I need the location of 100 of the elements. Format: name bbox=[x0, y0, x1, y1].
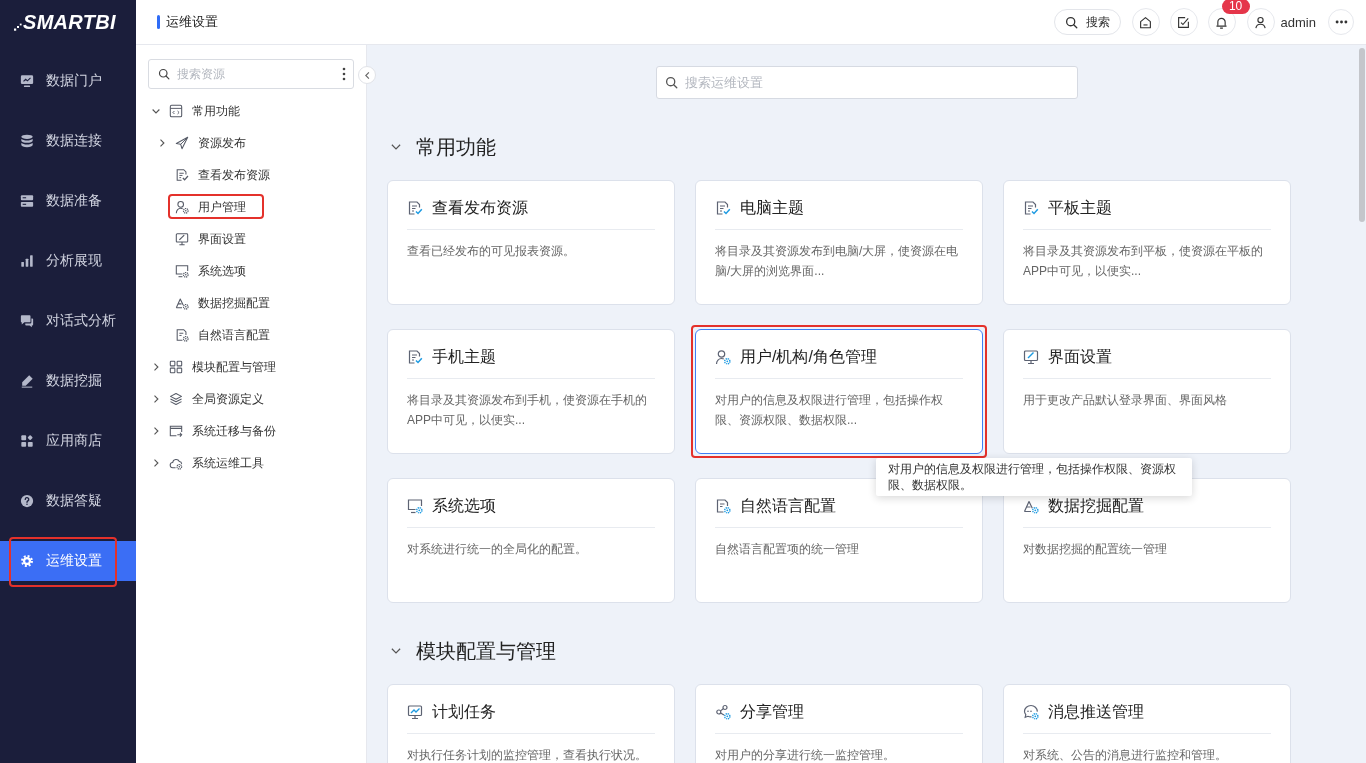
tree-item[interactable]: 界面设置 bbox=[136, 223, 366, 255]
setting-card[interactable]: 分享管理 对用户的分享进行统一监控管理。 bbox=[695, 684, 983, 763]
collapse-button[interactable] bbox=[358, 66, 376, 84]
card-title: 计划任务 bbox=[432, 704, 496, 720]
tree-item[interactable]: 数据挖掘配置 bbox=[136, 287, 366, 319]
bell-icon bbox=[1215, 15, 1229, 29]
server-icon bbox=[20, 194, 34, 208]
card-title: 数据挖掘配置 bbox=[1048, 498, 1144, 514]
document-gear-icon bbox=[715, 498, 731, 514]
title-marker-icon bbox=[157, 15, 160, 29]
mountain-gear-icon bbox=[1023, 498, 1039, 514]
notifications-button[interactable] bbox=[1207, 8, 1236, 36]
search-button[interactable]: 搜索 bbox=[1053, 9, 1121, 35]
pen-icon bbox=[20, 374, 34, 388]
document-check-icon bbox=[1023, 200, 1039, 216]
sidebar-item[interactable]: 数据挖掘 bbox=[0, 361, 136, 401]
tree-item[interactable]: 全局资源定义 bbox=[136, 383, 366, 415]
search-field[interactable]: 搜索资源 bbox=[148, 59, 354, 89]
document-check-icon bbox=[715, 200, 731, 216]
tree-item[interactable]: 系统运维工具 bbox=[136, 447, 366, 479]
tree-item[interactable]: 资源发布 bbox=[136, 127, 366, 159]
card-title: 平板主题 bbox=[1048, 200, 1112, 216]
more-icon bbox=[1334, 20, 1348, 24]
tree-item[interactable]: 常用功能 bbox=[136, 95, 366, 127]
user-button[interactable] bbox=[1246, 8, 1275, 36]
checkbox-icon bbox=[1177, 15, 1191, 29]
monitor-pen-icon bbox=[1023, 349, 1039, 365]
notification-badge: 10 bbox=[1221, 0, 1250, 14]
user-gear-icon bbox=[175, 200, 189, 214]
document-check-icon bbox=[175, 168, 189, 182]
card-description: 将目录及其资源发布到平板，使资源在平板的APP中可见，以便实... bbox=[1023, 243, 1264, 280]
monitor-gear-icon bbox=[407, 498, 423, 514]
search-field[interactable]: 搜索运维设置 bbox=[655, 66, 1078, 99]
cloud-gear-icon bbox=[169, 456, 183, 470]
monitor-pen-icon bbox=[175, 232, 189, 246]
tree-item[interactable]: 模块配置与管理 bbox=[136, 351, 366, 383]
setting-card[interactable]: 计划任务 对执行任务计划的监控管理，查看执行状况。 bbox=[387, 684, 675, 763]
card-description: 用于更改产品默认登录界面、界面风格 bbox=[1023, 392, 1228, 409]
card-title: 电脑主题 bbox=[740, 200, 804, 216]
sidebar-item[interactable]: 数据准备 bbox=[0, 181, 136, 221]
card-description: 自然语言配置项的统一管理 bbox=[715, 541, 860, 558]
card-title: 界面设置 bbox=[1048, 349, 1112, 365]
card-description: 对执行任务计划的监控管理，查看执行状况。 bbox=[407, 747, 648, 763]
setting-card[interactable]: 消息推送管理 对系统、公告的消息进行监控和管理。 bbox=[1003, 684, 1291, 763]
sidebar-item[interactable]: 数据门户 bbox=[0, 61, 136, 101]
paper-plane-icon bbox=[175, 136, 189, 150]
logo: SMARTBI bbox=[23, 11, 116, 34]
card-description: 对用户的分享进行统一监控管理。 bbox=[715, 747, 896, 763]
question-icon bbox=[20, 494, 34, 508]
document-check-icon bbox=[407, 349, 423, 365]
tasks-button[interactable] bbox=[1169, 8, 1198, 36]
search-icon bbox=[664, 76, 678, 89]
card-title: 分享管理 bbox=[740, 704, 804, 720]
search-icon bbox=[158, 68, 170, 80]
sidebar-item[interactable]: 运维设置 bbox=[0, 541, 136, 581]
more-vertical-icon[interactable] bbox=[342, 67, 346, 81]
setting-card[interactable]: 数据挖掘配置 对数据挖掘的配置统一管理 bbox=[1003, 478, 1291, 603]
scrollbar-thumb[interactable] bbox=[1359, 48, 1365, 222]
chat-icon bbox=[20, 314, 34, 328]
card-title: 查看发布资源 bbox=[432, 200, 528, 216]
tree-item[interactable]: 用户管理 bbox=[136, 191, 366, 223]
setting-card[interactable]: 电脑主题 将目录及其资源发布到电脑/大屏，使资源在电脑/大屏的浏览界面... bbox=[695, 180, 983, 305]
monitor-icon bbox=[20, 74, 34, 88]
setting-card[interactable]: 查看发布资源 查看已经发布的可见报表资源。 bbox=[387, 180, 675, 305]
card-description: 对用户的信息及权限进行管理，包括操作权限、资源权限、数据权限... bbox=[715, 392, 944, 429]
user-name[interactable]: admin bbox=[1280, 14, 1316, 30]
apps-icon bbox=[20, 434, 34, 448]
setting-card[interactable]: 系统选项 对系统进行统一的全局化的配置。 bbox=[387, 478, 675, 603]
more-button[interactable] bbox=[1328, 9, 1354, 35]
user-gear-icon bbox=[715, 349, 731, 365]
home-icon bbox=[1139, 15, 1153, 29]
setting-card[interactable]: 手机主题 将目录及其资源发布到手机，使资源在手机的APP中可见，以便实... bbox=[387, 329, 675, 454]
sidebar-item[interactable]: 对话式分析 bbox=[0, 301, 136, 341]
tree-item[interactable]: 系统迁移与备份 bbox=[136, 415, 366, 447]
share-gear-icon bbox=[715, 704, 731, 720]
user-icon bbox=[1254, 15, 1268, 29]
monitor-gear-icon bbox=[175, 264, 189, 278]
tree-item[interactable]: 系统选项 bbox=[136, 255, 366, 287]
card-title: 系统选项 bbox=[432, 498, 496, 514]
card-description: 对系统、公告的消息进行监控和管理。 bbox=[1023, 747, 1228, 763]
tree-item[interactable]: 自然语言配置 bbox=[136, 319, 366, 351]
sidebar-item[interactable]: 分析展现 bbox=[0, 241, 136, 281]
settings-icon bbox=[20, 554, 34, 568]
home-button[interactable] bbox=[1131, 8, 1160, 36]
mountain-gear-icon bbox=[175, 296, 189, 310]
sidebar-item[interactable]: 数据连接 bbox=[0, 121, 136, 161]
card-description: 对数据挖掘的配置统一管理 bbox=[1023, 541, 1168, 558]
card-title: 消息推送管理 bbox=[1048, 704, 1144, 720]
window-arrow-icon bbox=[169, 424, 183, 438]
tree-item[interactable]: 查看发布资源 bbox=[136, 159, 366, 191]
sidebar-item[interactable]: 应用商店 bbox=[0, 421, 136, 461]
page-title: 运维设置 bbox=[166, 13, 218, 31]
setting-card[interactable]: 界面设置 用于更改产品默认登录界面、界面风格 bbox=[1003, 329, 1291, 454]
sidebar-item[interactable]: 数据答疑 bbox=[0, 481, 136, 521]
setting-card[interactable]: 用户/机构/角色管理 对用户的信息及权限进行管理，包括操作权限、资源权限、数据权限... bbox=[695, 329, 983, 454]
section-title: 模块配置与管理 bbox=[416, 638, 556, 664]
section-title: 常用功能 bbox=[416, 134, 496, 160]
database-icon bbox=[20, 134, 34, 148]
document-gear-icon bbox=[175, 328, 189, 342]
setting-card[interactable]: 平板主题 将目录及其资源发布到平板，使资源在平板的APP中可见，以便实... bbox=[1003, 180, 1291, 305]
